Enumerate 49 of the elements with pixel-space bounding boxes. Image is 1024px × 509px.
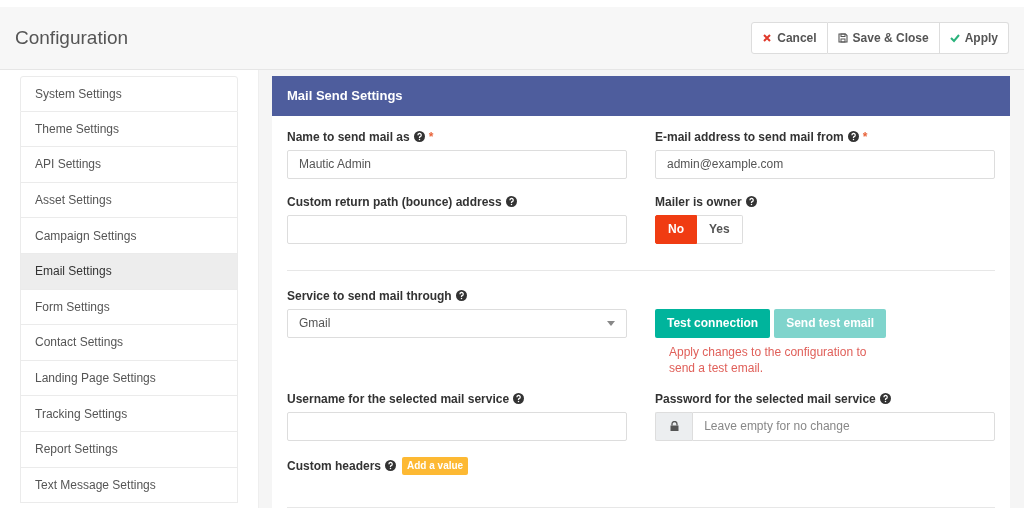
text-field[interactable]: Mautic Admin xyxy=(287,149,627,179)
check-icon xyxy=(949,33,960,43)
field-label: Name to send mail as xyxy=(287,129,410,144)
select-field[interactable]: Gmail xyxy=(287,308,627,338)
caret-icon xyxy=(607,320,615,326)
help-icon xyxy=(513,393,525,404)
field-label: Password for the selected mail service xyxy=(655,391,876,406)
sidebar-item[interactable]: Contact Settings xyxy=(20,325,238,361)
sidebar-item[interactable]: Landing Page Settings xyxy=(20,360,238,397)
toggle-option[interactable]: Yes xyxy=(697,214,743,244)
text-field[interactable] xyxy=(287,411,627,441)
save-button[interactable]: Save & Close xyxy=(827,22,940,54)
password-field[interactable]: Leave empty for no change xyxy=(692,411,995,441)
sidebar-item[interactable]: Email Settings xyxy=(20,253,238,290)
sidebar-item[interactable]: Text Message Settings xyxy=(20,467,238,504)
sidebar-item[interactable]: Theme Settings xyxy=(20,111,238,148)
sidebar-item[interactable]: System Settings xyxy=(20,76,238,112)
text-field[interactable] xyxy=(287,214,627,244)
save-icon xyxy=(837,33,848,43)
help-icon xyxy=(879,393,891,404)
field-label: E-mail address to send mail from xyxy=(655,129,844,144)
apply-button[interactable]: Apply xyxy=(939,22,1009,54)
help-icon xyxy=(847,131,859,142)
panel-title: Mail Send Settings xyxy=(272,76,1010,116)
required-mark: * xyxy=(862,129,868,144)
help-icon xyxy=(413,131,425,142)
warning-text: Apply changes to the configuration to send a test email. xyxy=(669,343,868,376)
cancel-icon xyxy=(762,33,773,43)
help-icon xyxy=(505,196,517,207)
help-icon xyxy=(455,290,467,301)
field-label: Custom return path (bounce) address xyxy=(287,194,502,209)
lock-icon xyxy=(655,411,693,441)
field-label: Custom headers xyxy=(287,458,382,473)
sidebar-item[interactable]: Form Settings xyxy=(20,289,238,326)
sidebar-item[interactable]: Report Settings xyxy=(20,431,238,468)
field-label: Service to send mail through xyxy=(287,288,452,303)
sidebar-item[interactable]: Tracking Settings xyxy=(20,396,238,432)
sidebar-item[interactable]: API Settings xyxy=(20,147,238,183)
required-mark: * xyxy=(428,129,434,144)
sidebar-item[interactable]: Asset Settings xyxy=(20,182,238,219)
help-icon xyxy=(745,196,757,207)
page-title: Configuration xyxy=(15,26,129,50)
field-label: Mailer is owner xyxy=(655,194,742,209)
field-label: Username for the selected mail service xyxy=(287,391,510,406)
help-icon xyxy=(385,460,397,471)
sidebar-item[interactable]: Campaign Settings xyxy=(20,218,238,254)
cancel-button[interactable]: Cancel xyxy=(751,22,828,54)
text-field[interactable]: admin@example.com xyxy=(655,149,995,179)
toggle-option[interactable]: No xyxy=(655,214,697,244)
